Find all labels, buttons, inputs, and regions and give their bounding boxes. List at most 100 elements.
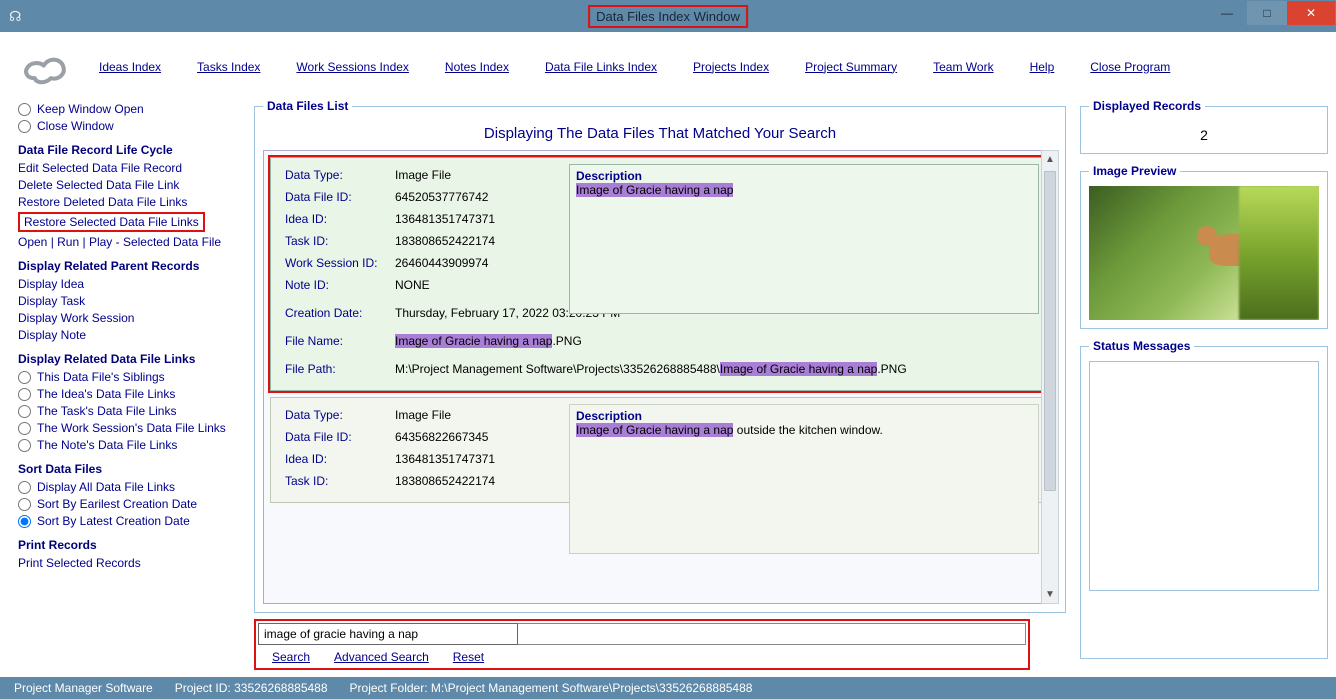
link-print-selected[interactable]: Print Selected Records bbox=[18, 556, 141, 570]
menu-close-program[interactable]: Close Program bbox=[1090, 60, 1170, 74]
lbl-data-type: Data Type: bbox=[285, 408, 383, 422]
label-ws-dfl: The Work Session's Data File Links bbox=[37, 421, 226, 435]
status-messages-body bbox=[1089, 361, 1319, 591]
maximize-button[interactable]: □ bbox=[1247, 1, 1287, 25]
radio-sort-earliest[interactable] bbox=[18, 498, 31, 511]
radio-note-dfl[interactable] bbox=[18, 439, 31, 452]
search-input-extension bbox=[518, 623, 1026, 645]
label-idea-dfl: The Idea's Data File Links bbox=[37, 387, 175, 401]
lbl-file-path: File Path: bbox=[285, 362, 383, 376]
radio-sort-latest[interactable] bbox=[18, 515, 31, 528]
val-task-id: 183808652422174 bbox=[395, 474, 495, 488]
top-menu: Ideas Index Tasks Index Work Sessions In… bbox=[0, 32, 1336, 95]
menu-projects-index[interactable]: Projects Index bbox=[693, 60, 769, 74]
title-bar: ☊ Data Files Index Window ― □ ✕ bbox=[0, 0, 1336, 32]
link-display-idea[interactable]: Display Idea bbox=[18, 277, 84, 291]
legend-data-files-list: Data Files List bbox=[263, 99, 352, 113]
lbl-ws-id: Work Session ID: bbox=[285, 256, 383, 270]
label-sort-latest: Sort By Latest Creation Date bbox=[37, 514, 190, 528]
search-input[interactable] bbox=[258, 623, 518, 645]
sidebar: Keep Window Open Close Window Data File … bbox=[18, 99, 240, 659]
search-button[interactable]: Search bbox=[272, 650, 310, 664]
menu-team-work[interactable]: Team Work bbox=[933, 60, 993, 74]
record-item[interactable]: Data Type: Image File Data File ID: 643568… bbox=[270, 397, 1050, 503]
heading-parent-records: Display Related Parent Records bbox=[18, 259, 240, 273]
label-close-window: Close Window bbox=[37, 119, 114, 133]
footer-project-id: 33526268885488 bbox=[234, 681, 327, 695]
legend-image-preview: Image Preview bbox=[1089, 164, 1180, 178]
radio-display-all[interactable] bbox=[18, 481, 31, 494]
status-bar: Project Manager Software Project ID: 335… bbox=[0, 677, 1336, 699]
record-item[interactable]: Data Type:Image File Data File ID:645205… bbox=[270, 157, 1050, 391]
lbl-task-id: Task ID: bbox=[285, 474, 383, 488]
description-box: Description Image of Gracie having a nap… bbox=[569, 404, 1039, 554]
radio-close-window[interactable] bbox=[18, 120, 31, 133]
val-note-id: NONE bbox=[395, 278, 430, 292]
footer-project-folder: M:\Project Management Software\Projects\… bbox=[431, 681, 753, 695]
lbl-note-id: Note ID: bbox=[285, 278, 383, 292]
link-restore-selected[interactable]: Restore Selected Data File Links bbox=[24, 215, 199, 229]
scroll-up-icon[interactable]: ▲ bbox=[1042, 151, 1058, 168]
val-data-file-id: 64356822667345 bbox=[395, 430, 488, 444]
menu-data-file-links-index[interactable]: Data File Links Index bbox=[545, 60, 657, 74]
label-display-all: Display All Data File Links bbox=[37, 480, 175, 494]
val-idea-id: 136481351747371 bbox=[395, 452, 495, 466]
footer-project-folder-label: Project Folder: bbox=[350, 681, 428, 695]
val-task-id: 183808652422174 bbox=[395, 234, 495, 248]
label-task-dfl: The Task's Data File Links bbox=[37, 404, 176, 418]
lbl-task-id: Task ID: bbox=[285, 234, 383, 248]
menu-project-summary[interactable]: Project Summary bbox=[805, 60, 897, 74]
displayed-records-count: 2 bbox=[1089, 121, 1319, 145]
heading-print: Print Records bbox=[18, 538, 240, 552]
radio-keep-window-open[interactable] bbox=[18, 103, 31, 116]
link-edit-selected[interactable]: Edit Selected Data File Record bbox=[18, 161, 182, 175]
list-heading: Displaying The Data Files That Matched Y… bbox=[263, 125, 1057, 142]
link-display-note[interactable]: Display Note bbox=[18, 328, 86, 342]
lbl-description: Description bbox=[576, 409, 1032, 423]
label-siblings: This Data File's Siblings bbox=[37, 370, 165, 384]
image-preview-panel: Image Preview bbox=[1080, 164, 1328, 329]
vertical-scrollbar[interactable]: ▲ ▼ bbox=[1041, 150, 1059, 604]
menu-help[interactable]: Help bbox=[1030, 60, 1055, 74]
window-title: Data Files Index Window bbox=[588, 5, 748, 28]
link-display-task[interactable]: Display Task bbox=[18, 294, 85, 308]
close-button[interactable]: ✕ bbox=[1287, 1, 1335, 25]
lbl-data-file-id: Data File ID: bbox=[285, 430, 383, 444]
app-icon: ☊ bbox=[9, 8, 31, 25]
val-file-name: Image of Gracie having a nap.PNG bbox=[395, 334, 582, 348]
val-data-type: Image File bbox=[395, 408, 451, 422]
minimize-button[interactable]: ― bbox=[1207, 1, 1247, 25]
menu-work-sessions-index[interactable]: Work Sessions Index bbox=[296, 60, 409, 74]
displayed-records-panel: Displayed Records 2 bbox=[1080, 99, 1328, 154]
link-open-run-play[interactable]: Open | Run | Play - Selected Data File bbox=[18, 235, 221, 249]
val-description: Image of Gracie having a nap bbox=[576, 183, 1032, 197]
lbl-data-type: Data Type: bbox=[285, 168, 383, 182]
scroll-thumb[interactable] bbox=[1044, 171, 1056, 491]
data-files-list-panel: Data Files List Displaying The Data File… bbox=[254, 99, 1066, 613]
radio-siblings[interactable] bbox=[18, 371, 31, 384]
val-file-path: M:\Project Management Software\Projects\… bbox=[395, 362, 907, 376]
menu-ideas-index[interactable]: Ideas Index bbox=[99, 60, 161, 74]
label-sort-earliest: Sort By Earilest Creation Date bbox=[37, 497, 197, 511]
reset-button[interactable]: Reset bbox=[453, 650, 484, 664]
lbl-description: Description bbox=[576, 169, 1032, 183]
footer-app-name: Project Manager Software bbox=[14, 681, 153, 695]
val-data-type: Image File bbox=[395, 168, 451, 182]
advanced-search-button[interactable]: Advanced Search bbox=[334, 650, 429, 664]
description-box: Description Image of Gracie having a nap bbox=[569, 164, 1039, 314]
menu-notes-index[interactable]: Notes Index bbox=[445, 60, 509, 74]
scroll-down-icon[interactable]: ▼ bbox=[1042, 586, 1058, 603]
menu-tasks-index[interactable]: Tasks Index bbox=[197, 60, 260, 74]
lbl-idea-id: Idea ID: bbox=[285, 452, 383, 466]
link-delete-selected[interactable]: Delete Selected Data File Link bbox=[18, 178, 179, 192]
records-container: Data Type:Image File Data File ID:645205… bbox=[263, 150, 1057, 604]
radio-ws-dfl[interactable] bbox=[18, 422, 31, 435]
val-description: Image of Gracie having a nap outside the… bbox=[576, 423, 1032, 437]
heading-lifecycle: Data File Record Life Cycle bbox=[18, 143, 240, 157]
radio-idea-dfl[interactable] bbox=[18, 388, 31, 401]
radio-task-dfl[interactable] bbox=[18, 405, 31, 418]
link-display-work-session[interactable]: Display Work Session bbox=[18, 311, 134, 325]
val-ws-id: 26460443909974 bbox=[395, 256, 488, 270]
link-restore-deleted[interactable]: Restore Deleted Data File Links bbox=[18, 195, 187, 209]
heading-related-dfl: Display Related Data File Links bbox=[18, 352, 240, 366]
